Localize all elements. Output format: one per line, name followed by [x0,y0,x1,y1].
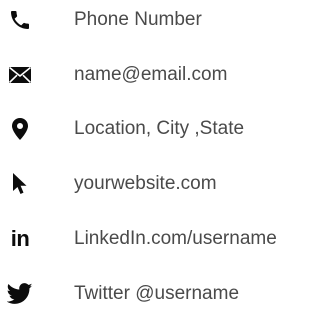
linkedin-icon: in [6,226,34,252]
phone-number-text: Phone Number [74,9,202,30]
contact-row-twitter: Twitter @username [0,274,334,314]
website-text: yourwebsite.com [74,173,217,194]
phone-icon [6,7,34,33]
contact-row-linkedin: in LinkedIn.com/username [0,219,334,259]
location-text: Location, City ,State [74,118,245,139]
cursor-arrow-icon [6,171,34,197]
linkedin-text: LinkedIn.com/username [74,228,277,249]
twitter-icon [6,281,34,307]
envelope-icon [6,62,34,88]
twitter-text: Twitter @username [74,283,240,304]
contact-list: Phone Number name@email.com Location, Ci… [0,0,334,327]
contact-row-location: Location, City ,State [0,109,334,149]
contact-row-website: yourwebsite.com [0,164,334,204]
linkedin-glyph: in [10,226,30,251]
location-pin-icon [6,116,34,142]
email-text: name@email.com [74,64,228,85]
contact-row-phone: Phone Number [0,0,334,40]
contact-row-email: name@email.com [0,55,334,95]
